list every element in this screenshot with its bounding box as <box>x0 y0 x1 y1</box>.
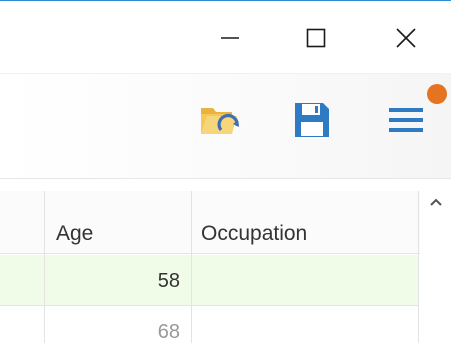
data-grid: Age Occupation 58 68 <box>0 178 451 356</box>
maximize-button[interactable] <box>293 11 339 65</box>
menu-button[interactable] <box>384 98 428 142</box>
close-icon <box>396 28 416 48</box>
scroll-up-button[interactable] <box>426 192 446 212</box>
notification-badge <box>427 84 447 104</box>
table-row[interactable]: 58 <box>0 255 418 306</box>
column-divider <box>44 191 45 343</box>
column-header-occupation[interactable]: Occupation <box>201 221 307 247</box>
table-row[interactable]: 68 <box>0 306 418 356</box>
grid-header: Age Occupation <box>0 191 420 254</box>
minimize-button[interactable] <box>207 11 253 65</box>
hamburger-menu-icon <box>389 108 423 132</box>
column-header-age[interactable]: Age <box>56 221 93 247</box>
column-divider <box>418 191 419 343</box>
cell-age[interactable]: 68 <box>44 320 180 344</box>
minimize-icon <box>221 37 239 39</box>
cell-age[interactable]: 58 <box>44 269 180 293</box>
close-button[interactable] <box>383 11 429 65</box>
open-file-button[interactable] <box>198 98 242 142</box>
maximize-icon <box>306 28 326 48</box>
toolbar <box>0 73 451 178</box>
save-icon <box>295 103 329 137</box>
title-bar <box>0 1 451 73</box>
chevron-up-icon <box>430 198 442 206</box>
save-button[interactable] <box>290 98 334 142</box>
column-divider[interactable] <box>191 191 192 343</box>
folder-open-icon <box>201 108 239 134</box>
